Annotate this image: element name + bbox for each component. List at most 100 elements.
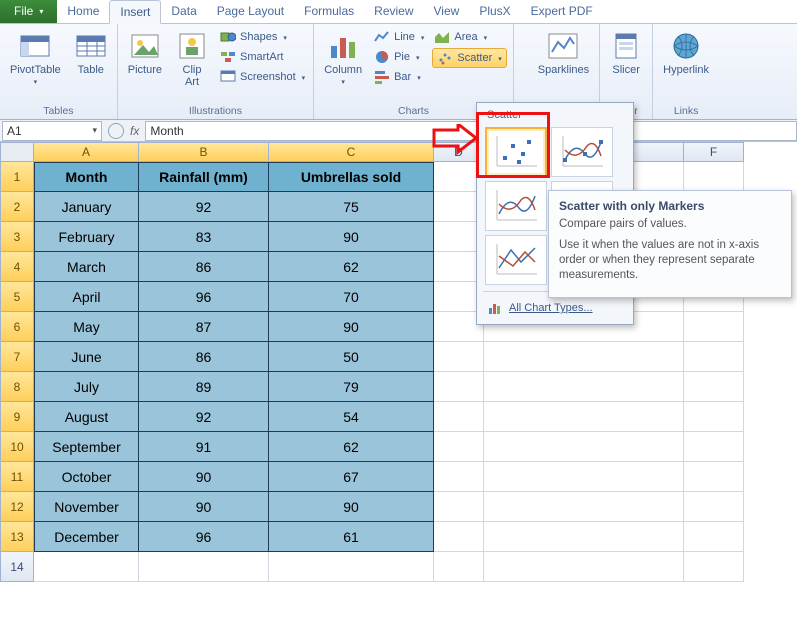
table-cell[interactable]: 96 — [139, 522, 269, 552]
row-header-4[interactable]: 4 — [0, 252, 34, 282]
empty-cell[interactable] — [434, 522, 484, 552]
table-cell[interactable]: 92 — [139, 402, 269, 432]
row-header-7[interactable]: 7 — [0, 342, 34, 372]
tab-data[interactable]: Data — [161, 0, 206, 23]
name-box[interactable]: A1▾ — [2, 121, 102, 141]
table-cell[interactable]: 83 — [139, 222, 269, 252]
row-header-5[interactable]: 5 — [0, 282, 34, 312]
row-header-14[interactable]: 14 — [0, 552, 34, 582]
empty-cell[interactable] — [684, 492, 744, 522]
row-header-10[interactable]: 10 — [0, 432, 34, 462]
hyperlink-button[interactable]: Hyperlink — [659, 28, 713, 78]
empty-cell[interactable] — [484, 372, 684, 402]
table-cell[interactable]: July — [34, 372, 139, 402]
empty-cell[interactable] — [484, 402, 684, 432]
row-header-11[interactable]: 11 — [0, 462, 34, 492]
row-header-13[interactable]: 13 — [0, 522, 34, 552]
table-cell[interactable]: April — [34, 282, 139, 312]
column-header-B[interactable]: B — [139, 142, 269, 162]
table-cell[interactable]: 62 — [269, 252, 434, 282]
empty-cell[interactable] — [484, 552, 684, 582]
table-cell[interactable]: 70 — [269, 282, 434, 312]
empty-cell[interactable] — [684, 522, 744, 552]
empty-cell[interactable] — [484, 342, 684, 372]
tab-expert-pdf[interactable]: Expert PDF — [521, 0, 603, 23]
table-cell[interactable]: 90 — [269, 492, 434, 522]
scatter-markers-option[interactable] — [485, 127, 547, 177]
formula-input[interactable]: Month — [145, 121, 797, 141]
table-header-cell[interactable]: Rainfall (mm) — [139, 162, 269, 192]
table-button[interactable]: Table — [71, 28, 111, 78]
empty-cell[interactable] — [684, 552, 744, 582]
table-header-cell[interactable]: Month — [34, 162, 139, 192]
empty-cell[interactable] — [434, 492, 484, 522]
picture-button[interactable]: Picture — [124, 28, 166, 78]
empty-cell[interactable] — [684, 342, 744, 372]
sparklines-button[interactable]: Sparklines — [534, 28, 593, 78]
table-cell[interactable]: 54 — [269, 402, 434, 432]
empty-cell[interactable] — [684, 402, 744, 432]
tab-review[interactable]: Review — [364, 0, 423, 23]
row-header-2[interactable]: 2 — [0, 192, 34, 222]
table-cell[interactable]: 50 — [269, 342, 434, 372]
empty-cell[interactable] — [484, 492, 684, 522]
pivottable-button[interactable]: PivotTable — [6, 28, 65, 88]
table-cell[interactable]: 90 — [139, 462, 269, 492]
row-header-6[interactable]: 6 — [0, 312, 34, 342]
select-all-corner[interactable] — [0, 142, 34, 162]
empty-cell[interactable] — [484, 462, 684, 492]
table-cell[interactable]: January — [34, 192, 139, 222]
table-cell[interactable]: 79 — [269, 372, 434, 402]
empty-cell[interactable] — [434, 402, 484, 432]
row-header-9[interactable]: 9 — [0, 402, 34, 432]
table-cell[interactable]: 90 — [269, 222, 434, 252]
empty-cell[interactable] — [684, 432, 744, 462]
scatter-smooth-markers-option[interactable] — [551, 127, 613, 177]
row-header-1[interactable]: 1 — [0, 162, 34, 192]
table-cell[interactable]: 91 — [139, 432, 269, 462]
table-cell[interactable]: June — [34, 342, 139, 372]
slicer-button[interactable]: Slicer — [606, 28, 646, 78]
empty-cell[interactable] — [34, 552, 139, 582]
row-header-3[interactable]: 3 — [0, 222, 34, 252]
table-cell[interactable]: September — [34, 432, 139, 462]
tab-view[interactable]: View — [424, 0, 470, 23]
table-cell[interactable]: 90 — [139, 492, 269, 522]
screenshot-button[interactable]: Screenshot — [218, 68, 307, 86]
table-cell[interactable]: 86 — [139, 342, 269, 372]
empty-cell[interactable] — [684, 162, 744, 192]
table-cell[interactable]: 67 — [269, 462, 434, 492]
bar-chart-button[interactable]: Bar — [372, 68, 426, 86]
fx-icon[interactable]: fx — [124, 124, 145, 138]
empty-cell[interactable] — [434, 432, 484, 462]
pie-chart-button[interactable]: Pie — [372, 48, 426, 66]
table-cell[interactable]: December — [34, 522, 139, 552]
column-header-C[interactable]: C — [269, 142, 434, 162]
clipart-button[interactable]: Clip Art — [172, 28, 212, 90]
table-cell[interactable]: November — [34, 492, 139, 522]
table-cell[interactable]: 61 — [269, 522, 434, 552]
empty-cell[interactable] — [684, 462, 744, 492]
table-cell[interactable]: October — [34, 462, 139, 492]
table-cell[interactable]: 87 — [139, 312, 269, 342]
table-cell[interactable]: 96 — [139, 282, 269, 312]
tab-page-layout[interactable]: Page Layout — [207, 0, 294, 23]
empty-cell[interactable] — [269, 552, 434, 582]
table-cell[interactable]: February — [34, 222, 139, 252]
file-tab[interactable]: File — [0, 0, 57, 23]
area-chart-button[interactable]: Area — [432, 28, 506, 46]
tab-home[interactable]: Home — [57, 0, 109, 23]
empty-cell[interactable] — [139, 552, 269, 582]
tab-plusx[interactable]: PlusX — [469, 0, 520, 23]
table-cell[interactable]: May — [34, 312, 139, 342]
column-header-F[interactable]: F — [684, 142, 744, 162]
scatter-straight-lines-option[interactable] — [485, 235, 547, 285]
table-cell[interactable]: August — [34, 402, 139, 432]
table-cell[interactable]: 62 — [269, 432, 434, 462]
table-cell[interactable]: 75 — [269, 192, 434, 222]
table-cell[interactable]: 89 — [139, 372, 269, 402]
column-chart-button[interactable]: Column — [320, 28, 366, 88]
row-header-8[interactable]: 8 — [0, 372, 34, 402]
table-cell[interactable]: 86 — [139, 252, 269, 282]
empty-cell[interactable] — [434, 552, 484, 582]
